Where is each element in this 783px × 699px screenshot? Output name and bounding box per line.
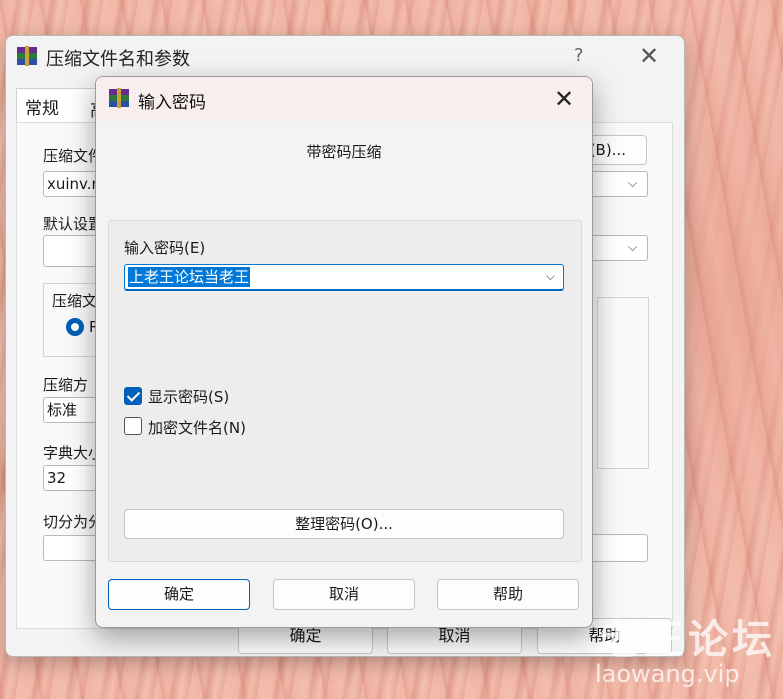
chevron-down-icon: ⌵ bbox=[628, 176, 638, 190]
chevron-down-icon[interactable]: ⌵ bbox=[546, 269, 555, 284]
winrar-icon bbox=[17, 46, 37, 66]
watermark-url: laowang.vip bbox=[595, 660, 740, 688]
help-icon[interactable]: ? bbox=[574, 45, 584, 66]
chevron-down-icon: ⌵ bbox=[628, 240, 638, 254]
enter-password-dialog: 输入密码 ✕ 带密码压缩 输入密码(E) 上老王论坛当老王 ⌵ 显示密码(S) … bbox=[95, 76, 593, 628]
split-volumes-label: 切分为分 bbox=[43, 513, 104, 531]
archive-format-label: 压缩文 bbox=[52, 292, 98, 310]
options-groupbox bbox=[597, 297, 649, 469]
dialog-title: 输入密码 bbox=[138, 93, 206, 113]
encrypt-filenames-label[interactable]: 加密文件名(N) bbox=[148, 417, 246, 438]
cancel-button[interactable]: 取消 bbox=[273, 579, 415, 610]
close-icon[interactable]: ✕ bbox=[554, 84, 574, 114]
encrypt-filenames-checkbox[interactable] bbox=[124, 417, 142, 435]
tab-general[interactable]: 常规 bbox=[25, 94, 59, 119]
window-title: 压缩文件名和参数 bbox=[46, 49, 190, 70]
password-combobox[interactable]: 上老王论坛当老王 ⌵ bbox=[124, 264, 564, 291]
watermark-title: 老王论坛 bbox=[600, 617, 776, 663]
default-settings-label: 默认设置 bbox=[43, 215, 104, 233]
extra-input[interactable] bbox=[590, 534, 648, 562]
close-icon[interactable]: ✕ bbox=[639, 41, 659, 71]
format-rar-radio[interactable] bbox=[66, 318, 84, 336]
password-value[interactable]: 上老王论坛当老王 bbox=[128, 267, 251, 287]
dialog-titlebar: 输入密码 ✕ bbox=[96, 77, 592, 121]
archive-name-label: 压缩文件 bbox=[43, 147, 104, 165]
window-titlebar: 压缩文件名和参数 ? ✕ bbox=[6, 36, 684, 78]
organize-passwords-button[interactable]: 整理密码(O)... bbox=[124, 509, 564, 539]
compression-method-label: 压缩方 bbox=[43, 376, 89, 394]
help-button[interactable]: 帮助 bbox=[437, 579, 579, 610]
ok-button[interactable]: 确定 bbox=[108, 579, 250, 610]
show-password-label[interactable]: 显示密码(S) bbox=[148, 386, 229, 407]
password-label: 输入密码(E) bbox=[124, 239, 206, 257]
dialog-subtitle: 带密码压缩 bbox=[306, 143, 382, 161]
show-password-checkbox[interactable] bbox=[124, 387, 142, 405]
dictionary-size-label: 字典大小 bbox=[43, 444, 104, 462]
winrar-icon bbox=[109, 88, 129, 108]
